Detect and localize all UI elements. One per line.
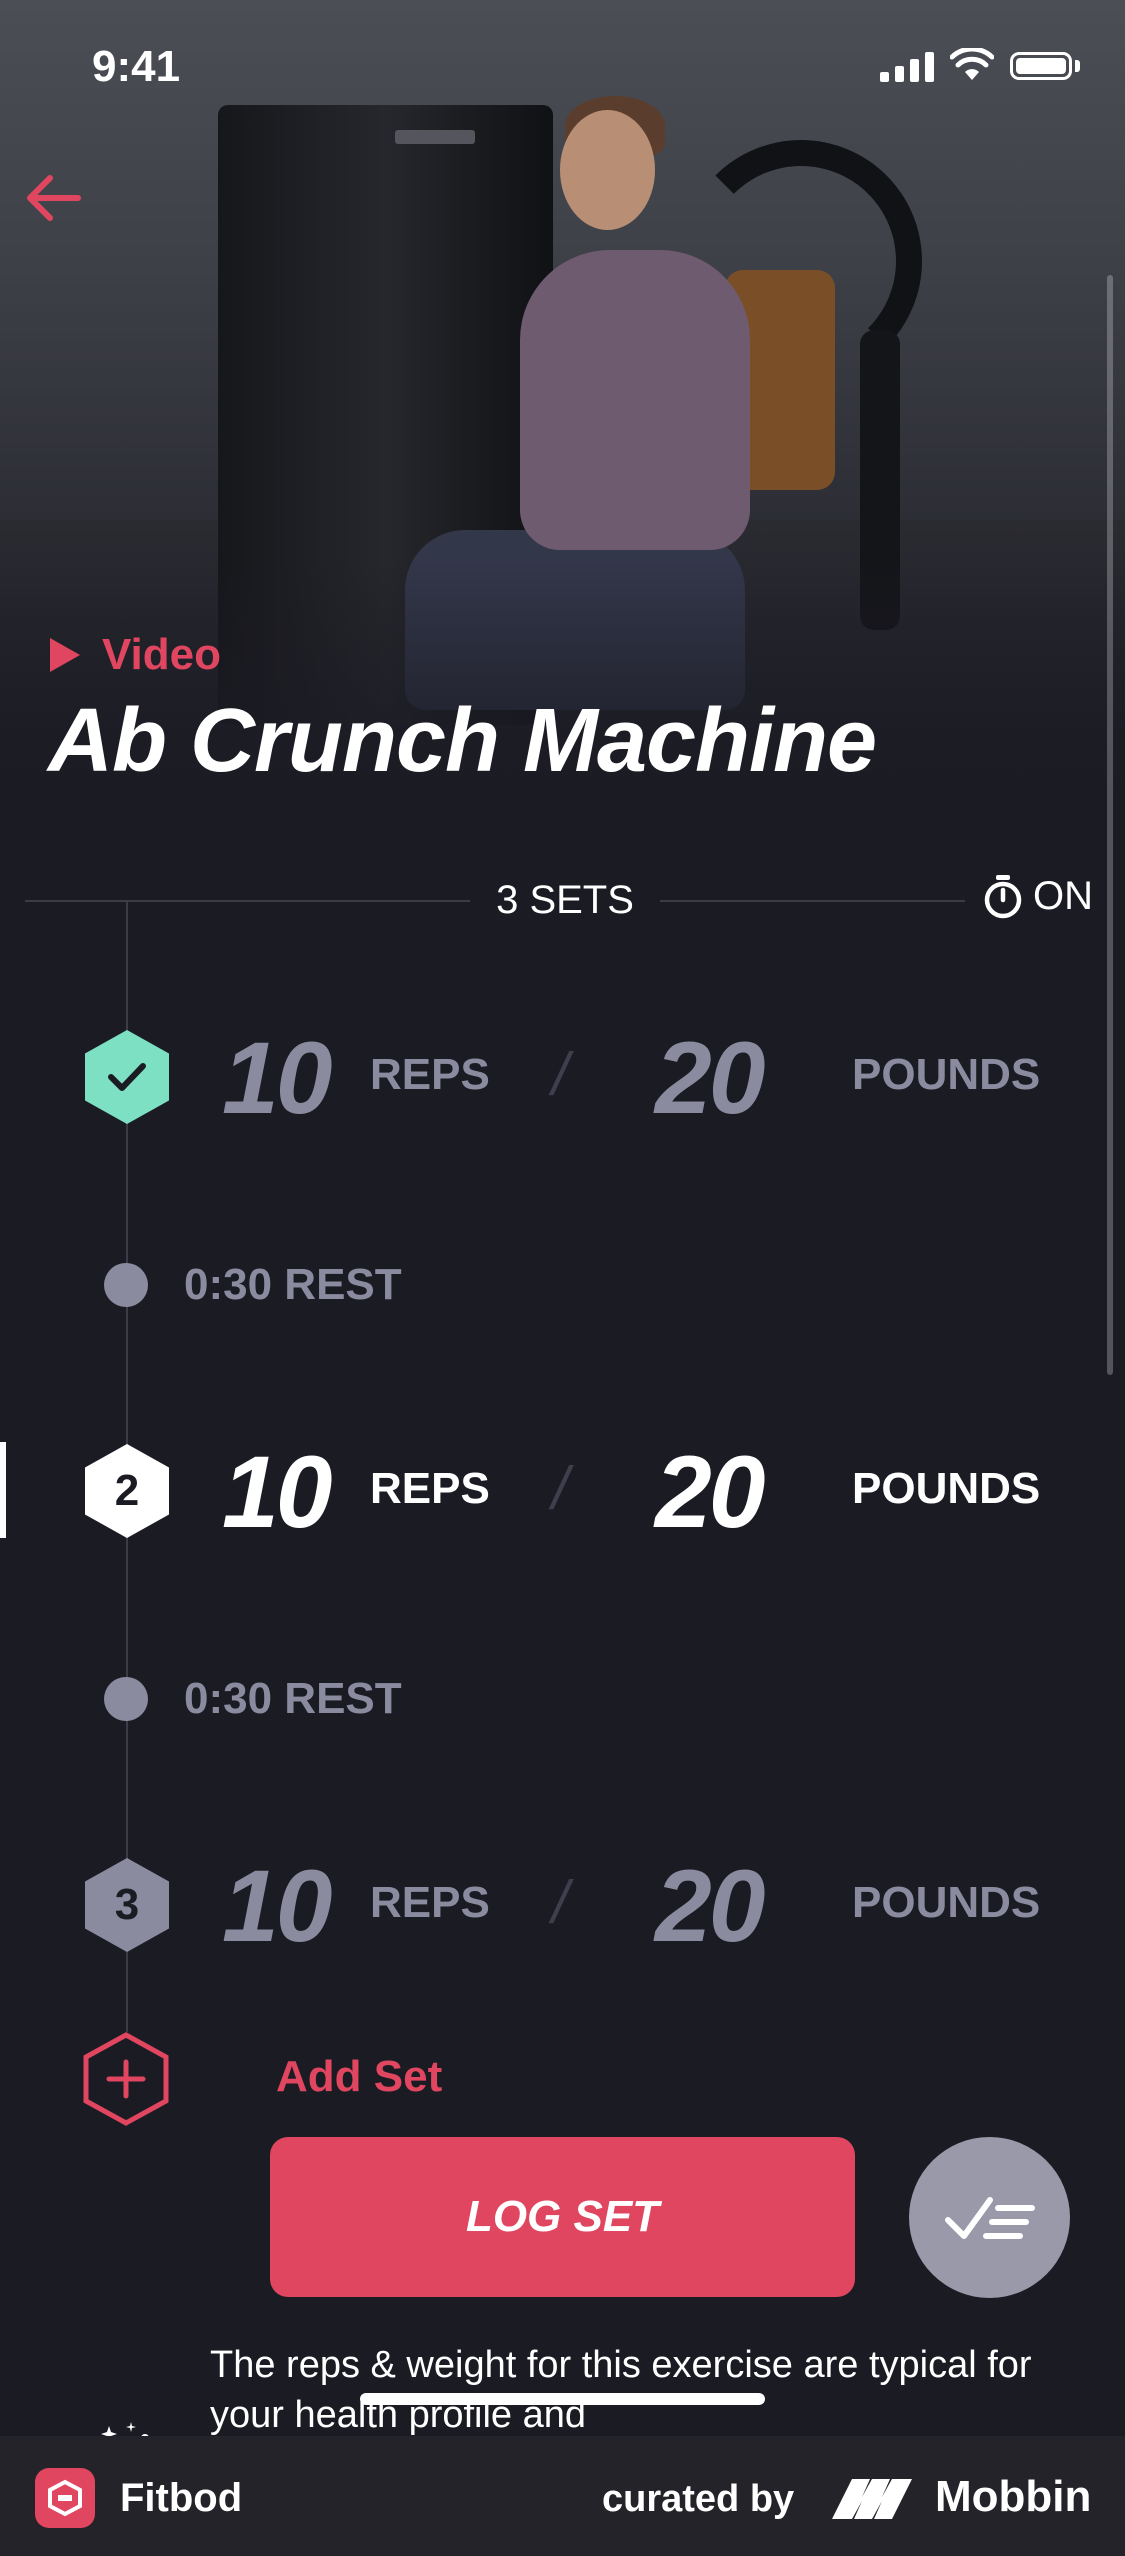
reps-value[interactable]: 10	[222, 1020, 332, 1137]
rest-timer-toggle[interactable]: ON	[983, 874, 1093, 919]
rest-label: 0:30 REST	[184, 1674, 402, 1723]
wifi-icon	[950, 48, 994, 80]
weight-label: POUNDS	[852, 1878, 1041, 1927]
weight-value[interactable]: 20	[655, 1434, 765, 1551]
finish-workout-button[interactable]	[909, 2137, 1070, 2298]
divider-right	[660, 900, 965, 902]
status-bar: 9:41	[0, 0, 1125, 140]
separator-slash: /	[552, 1869, 569, 1936]
video-label: Video	[102, 630, 222, 679]
reps-label: REPS	[370, 1050, 490, 1099]
divider-left	[25, 900, 470, 902]
mobbin-logo-icon	[832, 2479, 912, 2519]
reps-value[interactable]: 10	[222, 1434, 332, 1551]
video-link[interactable]: Video	[50, 630, 221, 680]
reps-label: REPS	[370, 1878, 490, 1927]
set-row-2[interactable]: 10 REPS / 20 POUNDS	[0, 1434, 1125, 1554]
app-name: Fitbod	[120, 2476, 243, 2520]
exercise-title: Ab Crunch Machine	[48, 691, 877, 791]
scrollbar[interactable]	[1107, 275, 1113, 1375]
battery-tip	[1075, 60, 1080, 72]
timer-state: ON	[1033, 874, 1093, 918]
add-set-button[interactable]: Add Set	[276, 2052, 442, 2102]
rest-interval-2[interactable]: 0:30 REST	[104, 1674, 402, 1724]
sets-count: 3 SETS	[496, 878, 634, 922]
reps-value[interactable]: 10	[222, 1848, 332, 1965]
home-indicator[interactable]	[360, 2393, 765, 2405]
weight-label: POUNDS	[852, 1050, 1041, 1099]
rest-interval-1[interactable]: 0:30 REST	[104, 1260, 402, 1310]
stopwatch-icon	[104, 1677, 148, 1721]
curated-by-label: curated by	[602, 2478, 795, 2520]
stopwatch-icon	[104, 1263, 148, 1307]
person-torso	[520, 250, 750, 550]
play-icon	[50, 638, 80, 672]
separator-slash: /	[552, 1455, 569, 1522]
battery-icon	[1010, 52, 1072, 80]
rest-label: 0:30 REST	[184, 1260, 402, 1309]
set-row-1[interactable]: 10 REPS / 20 POUNDS	[0, 1020, 1125, 1140]
set-row-3[interactable]: 10 REPS / 20 POUNDS	[0, 1848, 1125, 1968]
brand-name: Mobbin	[935, 2472, 1092, 2521]
checklist-icon	[944, 2196, 1035, 2239]
weight-value[interactable]: 20	[655, 1848, 765, 1965]
back-arrow-icon[interactable]	[20, 168, 90, 228]
log-set-button[interactable]: LOG SET	[270, 2137, 855, 2297]
signal-icon	[880, 52, 934, 82]
weight-label: POUNDS	[852, 1464, 1041, 1513]
separator-slash: /	[552, 1041, 569, 1108]
status-time: 9:41	[92, 42, 181, 91]
add-set-plus-icon[interactable]	[83, 2032, 169, 2126]
weight-value[interactable]: 20	[655, 1020, 765, 1137]
reps-label: REPS	[370, 1464, 490, 1513]
fitbod-logo-icon	[35, 2468, 95, 2528]
recommendation-text: The reps & weight for this exercise are …	[210, 2344, 1032, 2436]
stopwatch-icon	[984, 874, 1022, 918]
